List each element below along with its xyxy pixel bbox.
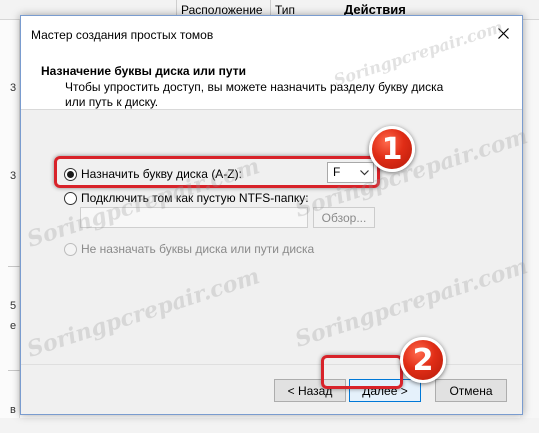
wizard-header: Назначение буквы диска или пути Чтобы уп… [21,54,522,110]
background-left-panel: 3 3 5 е в [0,20,20,433]
close-icon [497,27,509,39]
divider [8,266,20,267]
no-letter-option[interactable]: Не назначать буквы диска или пути диска [64,242,314,256]
wizard-footer: < Назад Далее > Отмена [21,364,522,414]
mount-folder-label: Подключить том как пустую NTFS-папку: [81,191,309,205]
cancel-button[interactable]: Отмена [435,379,507,402]
left-mark: в [10,404,16,416]
divider [8,370,20,371]
wizard-body: Назначить букву диска (A-Z): F Подключит… [21,111,522,364]
no-letter-radio[interactable] [64,242,77,256]
folder-path-input[interactable] [80,207,308,228]
mount-folder-option[interactable]: Подключить том как пустую NTFS-папку: [64,191,309,205]
page-title: Назначение буквы диска или пути [41,64,246,78]
mount-folder-radio[interactable] [64,191,77,205]
browse-button[interactable]: Обзор... [313,207,375,228]
background-bottom-strip [0,418,539,433]
left-mark: 5 [10,300,17,312]
new-simple-volume-wizard: Мастер создания простых томов Назначение… [20,15,523,415]
assign-letter-highlight [54,156,380,188]
left-mark: 3 [10,82,17,94]
step-badge-1: 1 [369,126,415,172]
title-bar: Мастер создания простых томов [21,16,522,54]
close-button[interactable] [488,20,518,46]
page-description: Чтобы упростить доступ, вы можете назнач… [65,80,444,109]
left-mark: 3 [10,170,17,182]
step-badge-2: 2 [400,337,446,383]
window-title: Мастер создания простых томов [31,28,214,42]
no-letter-label: Не назначать буквы диска или пути диска [81,242,315,256]
left-mark: е [10,320,17,332]
next-button-highlight [321,355,403,389]
